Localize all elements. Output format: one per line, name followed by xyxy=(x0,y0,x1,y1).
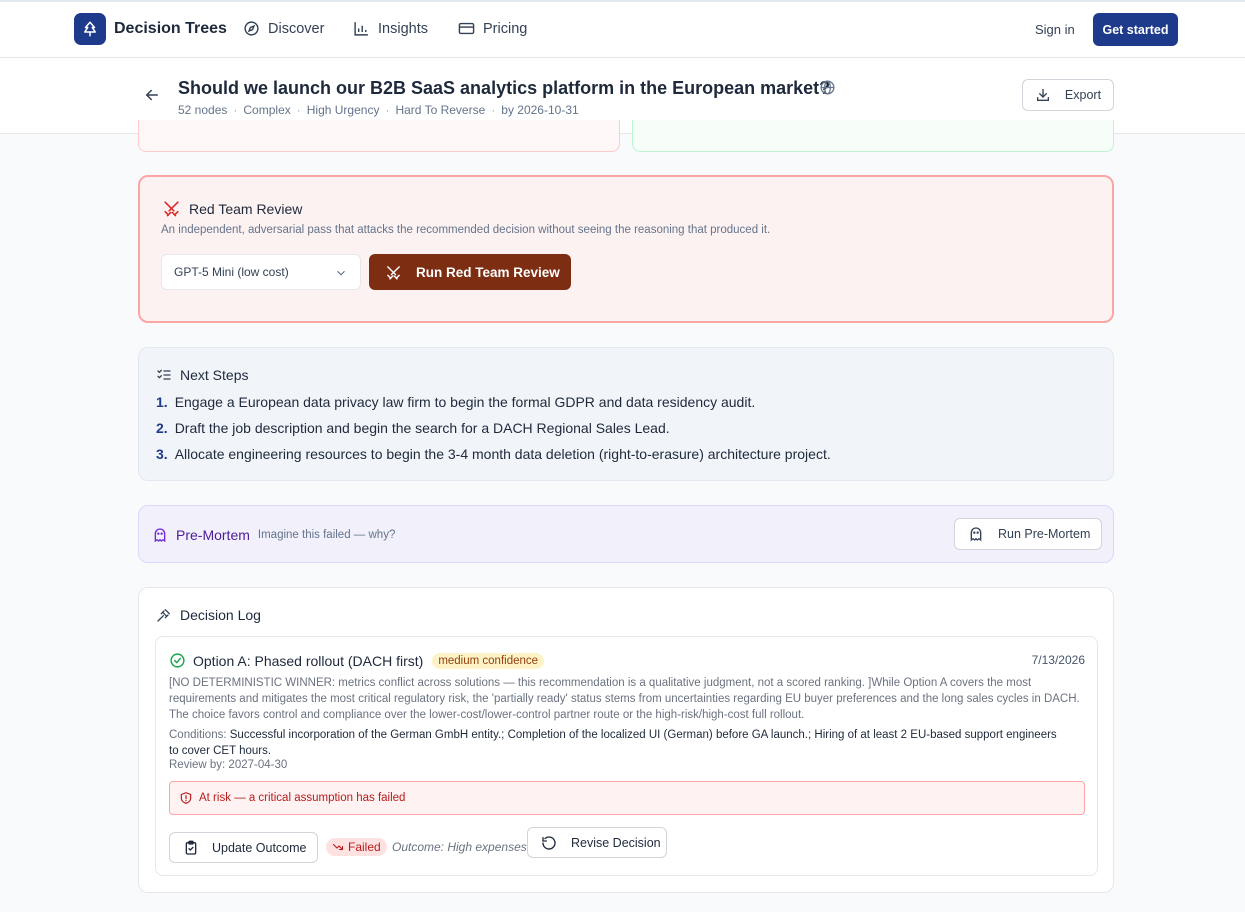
pre-mortem-section: Pre-Mortem Imagine this failed — why? Ru… xyxy=(138,505,1114,563)
review-by-date: Review by: 2027-04-30 xyxy=(169,759,288,771)
swords-icon xyxy=(387,265,400,280)
decision-log-section: Decision Log Option A: Phased rollout (D… xyxy=(138,587,1114,893)
decision-rationale: [NO DETERMINISTIC WINNER: metrics confli… xyxy=(169,677,1080,721)
meta-nodes: 52 nodes xyxy=(178,103,228,117)
confidence-badge: medium confidence xyxy=(432,652,545,669)
tree-icon xyxy=(84,21,96,37)
decision-option-title: Option A: Phased rollout (DACH first) xyxy=(193,652,424,669)
nav-insights-label: Insights xyxy=(378,20,428,37)
decision-log-heading: Decision Log xyxy=(156,607,261,623)
nav-discover[interactable]: Discover xyxy=(243,20,324,37)
trending-down-icon xyxy=(332,843,344,851)
next-steps-list: 1. Engage a European data privacy law fir… xyxy=(156,394,831,472)
meta-complexity: Complex xyxy=(243,103,291,117)
meta-deadline: by 2026-10-31 xyxy=(501,103,579,117)
decision-date: 7/13/2026 xyxy=(1031,653,1085,667)
pre-mortem-heading: Pre-Mortem Imagine this failed — why? xyxy=(152,527,395,543)
checklist-icon xyxy=(157,369,171,380)
credit-card-icon xyxy=(458,22,475,35)
pre-mortem-title: Pre-Mortem xyxy=(176,527,250,543)
risk-alert-text: At risk — a critical assumption has fail… xyxy=(199,792,406,804)
globe-icon[interactable] xyxy=(819,79,836,96)
decision-conditions: Conditions: Successful incorporation of … xyxy=(169,727,1069,759)
meta-urgency: High Urgency xyxy=(306,103,380,117)
red-team-title: Red Team Review xyxy=(189,200,303,217)
revise-decision-button[interactable]: Revise Decision xyxy=(527,827,667,858)
decision-option: Option A: Phased rollout (DACH first) me… xyxy=(169,652,545,669)
logo[interactable] xyxy=(74,13,106,45)
meta-reversibility: Hard To Reverse xyxy=(395,103,486,117)
sign-in-link[interactable]: Sign in xyxy=(1035,22,1075,37)
nav-pricing-label: Pricing xyxy=(483,20,528,37)
clipboard-check-icon xyxy=(185,840,197,855)
status-badge: Failed xyxy=(326,838,387,856)
list-item: 3. Allocate engineering resources to begi… xyxy=(156,446,831,462)
nav-discover-label: Discover xyxy=(268,20,325,37)
page-title: Should we launch our B2B SaaS analytics … xyxy=(178,78,831,98)
partial-card-right xyxy=(632,120,1114,152)
nav-pricing[interactable]: Pricing xyxy=(458,20,527,37)
red-team-description: An independent, adversarial pass that at… xyxy=(161,224,771,236)
next-steps-section: Next Steps 1. Engage a European data priv… xyxy=(138,347,1114,481)
ghost-icon xyxy=(970,527,982,542)
ghost-icon xyxy=(154,528,166,543)
decision-log-entry: Option A: Phased rollout (DACH first) me… xyxy=(155,636,1098,876)
outcome-text: Outcome: High expenses xyxy=(392,840,527,854)
export-button[interactable]: Export xyxy=(1022,79,1114,111)
nav-insights[interactable]: Insights xyxy=(353,20,428,37)
list-item: 2. Draft the job description and begin th… xyxy=(156,420,670,436)
top-nav: Decision Trees Discover Insights Pricing… xyxy=(0,2,1245,58)
bar-chart-icon xyxy=(354,22,368,36)
update-outcome-button[interactable]: Update Outcome xyxy=(169,832,318,863)
compass-icon xyxy=(244,21,259,36)
run-pre-mortem-button[interactable]: Run Pre-Mortem xyxy=(954,518,1102,550)
chevron-down-icon xyxy=(337,270,345,276)
run-red-team-label: Run Red Team Review xyxy=(416,264,560,280)
next-steps-heading: Next Steps xyxy=(156,367,248,383)
decision-log-title: Decision Log xyxy=(180,607,261,623)
shield-alert-icon xyxy=(180,792,192,804)
rotate-ccw-icon xyxy=(542,835,556,850)
conditions-label: Conditions: xyxy=(169,729,227,741)
pre-mortem-subtitle: Imagine this failed — why? xyxy=(257,529,396,541)
run-red-team-button[interactable]: Run Red Team Review xyxy=(369,254,571,290)
arrow-left-icon[interactable] xyxy=(143,86,161,104)
model-select[interactable]: GPT-5 Mini (low cost) xyxy=(161,254,361,290)
run-pre-mortem-label: Run Pre-Mortem xyxy=(998,527,1091,541)
risk-alert: At risk — a critical assumption has fail… xyxy=(169,781,1085,815)
gavel-icon xyxy=(157,609,170,622)
list-item: 1. Engage a European data privacy law fir… xyxy=(156,394,756,410)
download-icon xyxy=(1036,89,1049,101)
update-outcome-label: Update Outcome xyxy=(212,840,307,855)
swords-icon xyxy=(164,201,179,217)
decision-meta: 52 nodes · Complex · High Urgency · Hard To… xyxy=(178,103,579,117)
revise-decision-label: Revise Decision xyxy=(571,835,661,850)
export-label: Export xyxy=(1064,88,1102,102)
get-started-button[interactable]: Get started xyxy=(1093,13,1178,46)
red-team-heading: Red Team Review xyxy=(162,199,302,218)
status-badge-label: Failed xyxy=(348,840,381,854)
conditions-text: Successful incorporation of the German G… xyxy=(169,729,1057,757)
brand-name[interactable]: Decision Trees xyxy=(114,20,227,38)
red-team-section: Red Team Review An independent, adversar… xyxy=(138,175,1114,323)
model-select-value: GPT-5 Mini (low cost) xyxy=(174,265,289,279)
partial-card-left xyxy=(138,120,620,152)
check-circle-icon xyxy=(170,653,185,668)
next-steps-title: Next Steps xyxy=(180,367,249,383)
